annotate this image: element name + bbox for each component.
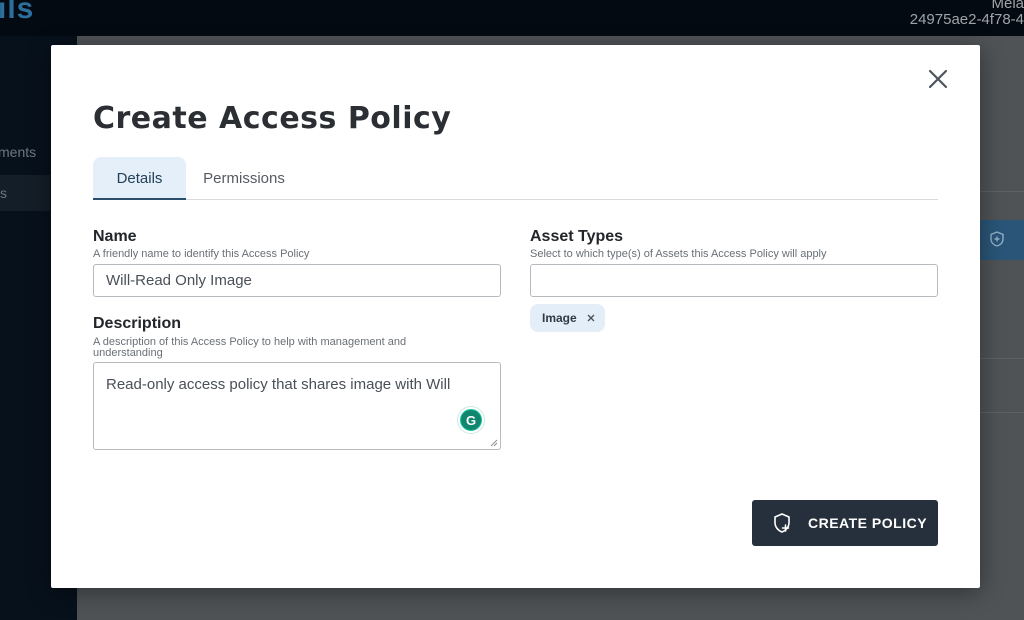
asset-types-label: Asset Types <box>530 228 624 245</box>
asset-types-hint: Select to which type(s) of Assets this A… <box>530 248 827 260</box>
bg-divider <box>980 191 1024 192</box>
tab-permissions[interactable]: Permissions <box>186 157 302 200</box>
sidebar-item-assignments: ments <box>0 144 37 160</box>
name-label: Name <box>93 228 137 245</box>
description-textarea[interactable]: Read-only access policy that shares imag… <box>93 362 501 450</box>
asset-type-chip-image: Image <box>530 304 605 332</box>
description-hint: A description of this Access Policy to h… <box>93 336 407 359</box>
name-hint: A friendly name to identify this Access … <box>93 248 310 260</box>
close-icon <box>928 69 948 89</box>
user-id: 24975ae2-4f78-4 <box>909 11 1024 28</box>
chip-remove-icon[interactable] <box>587 312 595 324</box>
close-button[interactable] <box>926 67 950 91</box>
name-input[interactable]: Will-Read Only Image <box>93 264 501 297</box>
bg-divider <box>980 412 1024 413</box>
asset-types-select[interactable] <box>530 264 938 297</box>
create-policy-label: CREATE POLICY <box>808 515 928 531</box>
name-input-value: Will-Read Only Image <box>106 272 252 289</box>
dialog-title: Create Access Policy <box>93 101 452 136</box>
app-topbar: ils Mela 24975ae2-4f78-4 <box>0 0 1024 36</box>
shield-plus-icon <box>774 513 790 533</box>
chip-label: Image <box>542 311 577 325</box>
create-policy-button[interactable]: CREATE POLICY <box>752 500 938 546</box>
tab-bar: Details Permissions <box>93 157 938 200</box>
grammarly-button[interactable]: G <box>458 407 484 433</box>
description-textarea-value: Read-only access policy that shares imag… <box>106 376 451 393</box>
resize-grip-icon[interactable] <box>490 439 498 447</box>
app-logo: ils <box>0 0 35 25</box>
sidebar-item-active: s <box>0 175 50 211</box>
tab-details[interactable]: Details <box>93 157 186 200</box>
grammarly-icon: G <box>461 410 481 430</box>
create-access-policy-dialog: Create Access Policy Details Permissions… <box>51 45 980 588</box>
shield-icon <box>990 231 1006 249</box>
bg-divider <box>980 358 1024 359</box>
description-label: Description <box>93 315 182 332</box>
